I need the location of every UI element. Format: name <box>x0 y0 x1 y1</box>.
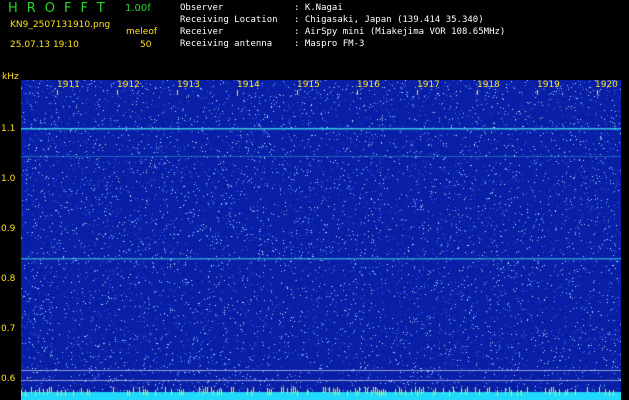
info-row-observer: Observer : K.Nagai <box>180 3 343 13</box>
meteor-count: 50 <box>140 40 152 50</box>
info-key: Receiver <box>180 27 224 37</box>
x-tick-label: 1911 <box>57 80 80 90</box>
info-row-receiver: Receiver : AirSpy mini (Miakejima VOR 108… <box>180 27 505 37</box>
x-tick-label: 1920 <box>595 80 618 90</box>
x-tick-label: 1912 <box>117 80 140 90</box>
y-tick-label: 0.9 <box>1 224 16 234</box>
info-key: Receiving antenna <box>180 39 273 49</box>
y-tick-label: 0.8 <box>1 274 16 284</box>
info-key: Receiving Location <box>180 15 278 25</box>
station-code: meleof <box>126 27 158 37</box>
info-key: Observer <box>180 3 224 13</box>
x-tick-label: 1917 <box>417 80 440 90</box>
info-value: : K.Nagai <box>294 3 343 13</box>
info-value: : Chigasaki, Japan (139.414 35.340) <box>294 15 484 25</box>
app-title: HROFFT <box>8 1 114 16</box>
info-value: : AirSpy mini (Miakejima VOR 108.65MHz) <box>294 27 506 37</box>
info-value: : Maspro FM-3 <box>294 39 365 49</box>
x-tick-label: 1913 <box>177 80 200 90</box>
y-tick-label: 1.1 <box>1 124 16 134</box>
info-row-antenna: Receiving antenna : Maspro FM-3 <box>180 39 364 49</box>
file-name: KN9_2507131910.png <box>10 20 111 30</box>
y-tick-label: 1.0 <box>1 174 16 184</box>
y-axis-unit: kHz <box>2 72 19 82</box>
x-tick-label: 1914 <box>237 80 260 90</box>
x-tick-label: 1915 <box>297 80 320 90</box>
capture-datetime: 25.07.13 19:10 <box>10 40 79 50</box>
x-tick-label: 1916 <box>357 80 380 90</box>
y-tick-label: 0.7 <box>1 324 16 334</box>
y-tick-label: 0.6 <box>1 374 16 384</box>
x-tick-label: 1918 <box>477 80 500 90</box>
x-tick-label: 1919 <box>537 80 560 90</box>
spectrogram-canvas[interactable] <box>21 80 621 400</box>
header-panel: HROFFT 1.00f KN9_2507131910.png meleof 2… <box>0 0 629 82</box>
app-version: 1.00f <box>125 3 151 14</box>
info-row-location: Receiving Location : Chigasaki, Japan (13… <box>180 15 484 25</box>
